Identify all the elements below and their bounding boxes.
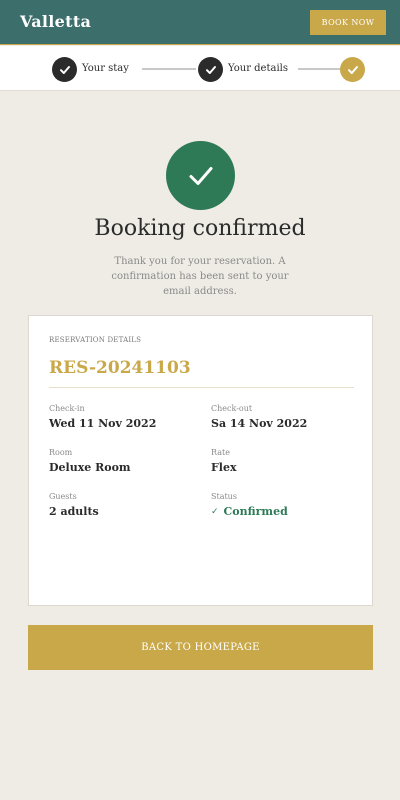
reservation-reference: RES-20241103	[49, 358, 191, 378]
rate-value: Flex	[211, 461, 237, 474]
status-label: Status	[211, 492, 237, 501]
back-to-homepage-button[interactable]: BACK TO HOMEPAGE	[28, 625, 373, 670]
guests-label: Guests	[49, 492, 77, 501]
step-2-complete-icon	[198, 57, 223, 82]
rate-label: Rate	[211, 448, 230, 457]
checkout-label: Check-out	[211, 404, 253, 413]
step-1-label: Your stay	[82, 63, 129, 74]
divider	[49, 387, 354, 388]
reservation-section-label: RESERVATION DETAILS	[49, 336, 142, 344]
confirmation-message: Thank you for your reservation. A confir…	[111, 256, 289, 297]
success-check-icon	[166, 141, 235, 210]
top-header: Valletta BOOK NOW	[0, 0, 400, 45]
reservation-card: RESERVATION DETAILS RES-20241103 Check-i…	[28, 315, 373, 606]
step-2-label: Your details	[228, 63, 288, 74]
status-indicator: ✓ Confirmed	[211, 505, 288, 518]
status-check-icon: ✓	[211, 506, 219, 517]
room-value: Deluxe Room	[49, 461, 131, 474]
brand-logo[interactable]: Valletta	[20, 12, 91, 31]
progress-stepper: Your stay Your details	[0, 46, 400, 91]
step-connector	[142, 68, 196, 70]
guests-value: 2 adults	[49, 505, 99, 518]
room-label: Room	[49, 448, 73, 457]
step-1-complete-icon	[52, 57, 77, 82]
status-value: Confirmed	[223, 505, 288, 518]
step-3-current-icon	[340, 57, 365, 82]
step-connector	[298, 68, 340, 70]
page-title: Booking confirmed	[94, 216, 306, 241]
book-now-button[interactable]: BOOK NOW	[310, 10, 386, 35]
checkout-value: Sa 14 Nov 2022	[211, 417, 308, 430]
checkin-value: Wed 11 Nov 2022	[49, 417, 157, 430]
checkin-label: Check-in	[49, 404, 85, 413]
